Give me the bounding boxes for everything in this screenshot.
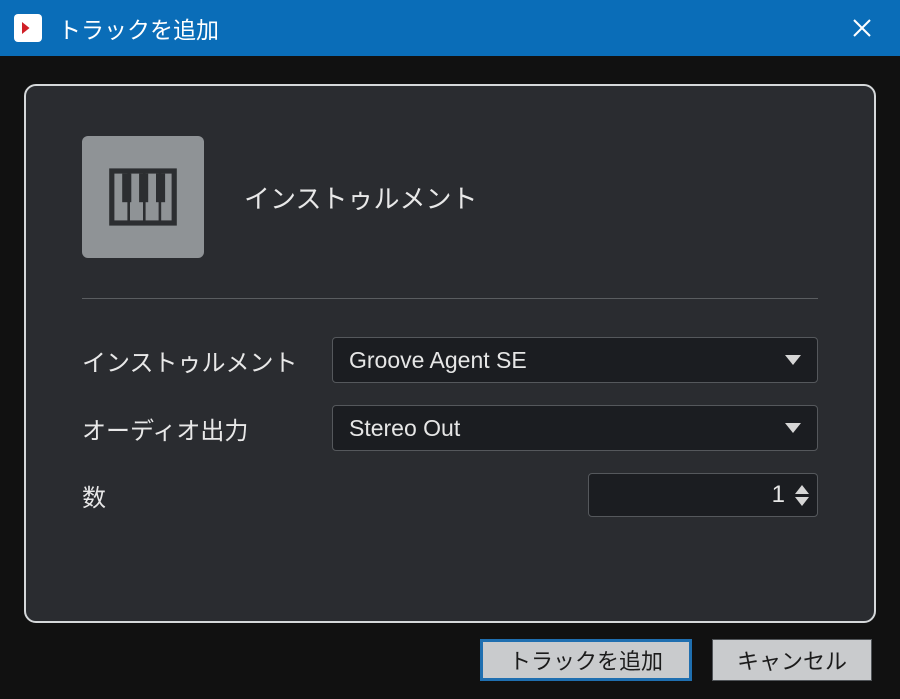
instrument-icon bbox=[82, 136, 204, 258]
audio-output-label: オーディオ出力 bbox=[82, 411, 332, 446]
instrument-value: Groove Agent SE bbox=[349, 347, 527, 374]
stepper-arrows[interactable] bbox=[795, 485, 809, 506]
divider bbox=[82, 298, 818, 299]
field-instrument: インストゥルメント Groove Agent SE bbox=[82, 337, 818, 383]
titlebar: トラックを追加 bbox=[0, 0, 900, 56]
field-count: 数 1 bbox=[82, 473, 818, 517]
add-track-button[interactable]: トラックを追加 bbox=[480, 639, 692, 681]
count-stepper[interactable]: 1 bbox=[588, 473, 818, 517]
instrument-label: インストゥルメント bbox=[82, 343, 332, 378]
panel: インストゥルメント インストゥルメント Groove Agent SE オーディ… bbox=[24, 84, 876, 623]
panel-header: インストゥルメント bbox=[82, 136, 818, 298]
add-track-dialog: トラックを追加 bbox=[0, 0, 900, 699]
chevron-down-icon bbox=[785, 355, 801, 365]
close-button[interactable] bbox=[838, 0, 886, 56]
count-label: 数 bbox=[82, 478, 332, 513]
field-audio-output: オーディオ出力 Stereo Out bbox=[82, 405, 818, 451]
dialog-footer: トラックを追加 キャンセル bbox=[24, 623, 876, 681]
count-value: 1 bbox=[772, 481, 785, 509]
cancel-button[interactable]: キャンセル bbox=[712, 639, 872, 681]
close-icon bbox=[850, 16, 874, 40]
instrument-dropdown[interactable]: Groove Agent SE bbox=[332, 337, 818, 383]
audio-output-value: Stereo Out bbox=[349, 415, 460, 442]
app-icon bbox=[14, 14, 42, 42]
chevron-up-icon bbox=[795, 485, 809, 494]
audio-output-dropdown[interactable]: Stereo Out bbox=[332, 405, 818, 451]
chevron-down-icon bbox=[795, 497, 809, 506]
dialog-body: インストゥルメント インストゥルメント Groove Agent SE オーディ… bbox=[0, 56, 900, 699]
chevron-down-icon bbox=[785, 423, 801, 433]
panel-heading: インストゥルメント bbox=[244, 179, 477, 216]
window-title: トラックを追加 bbox=[58, 11, 838, 45]
